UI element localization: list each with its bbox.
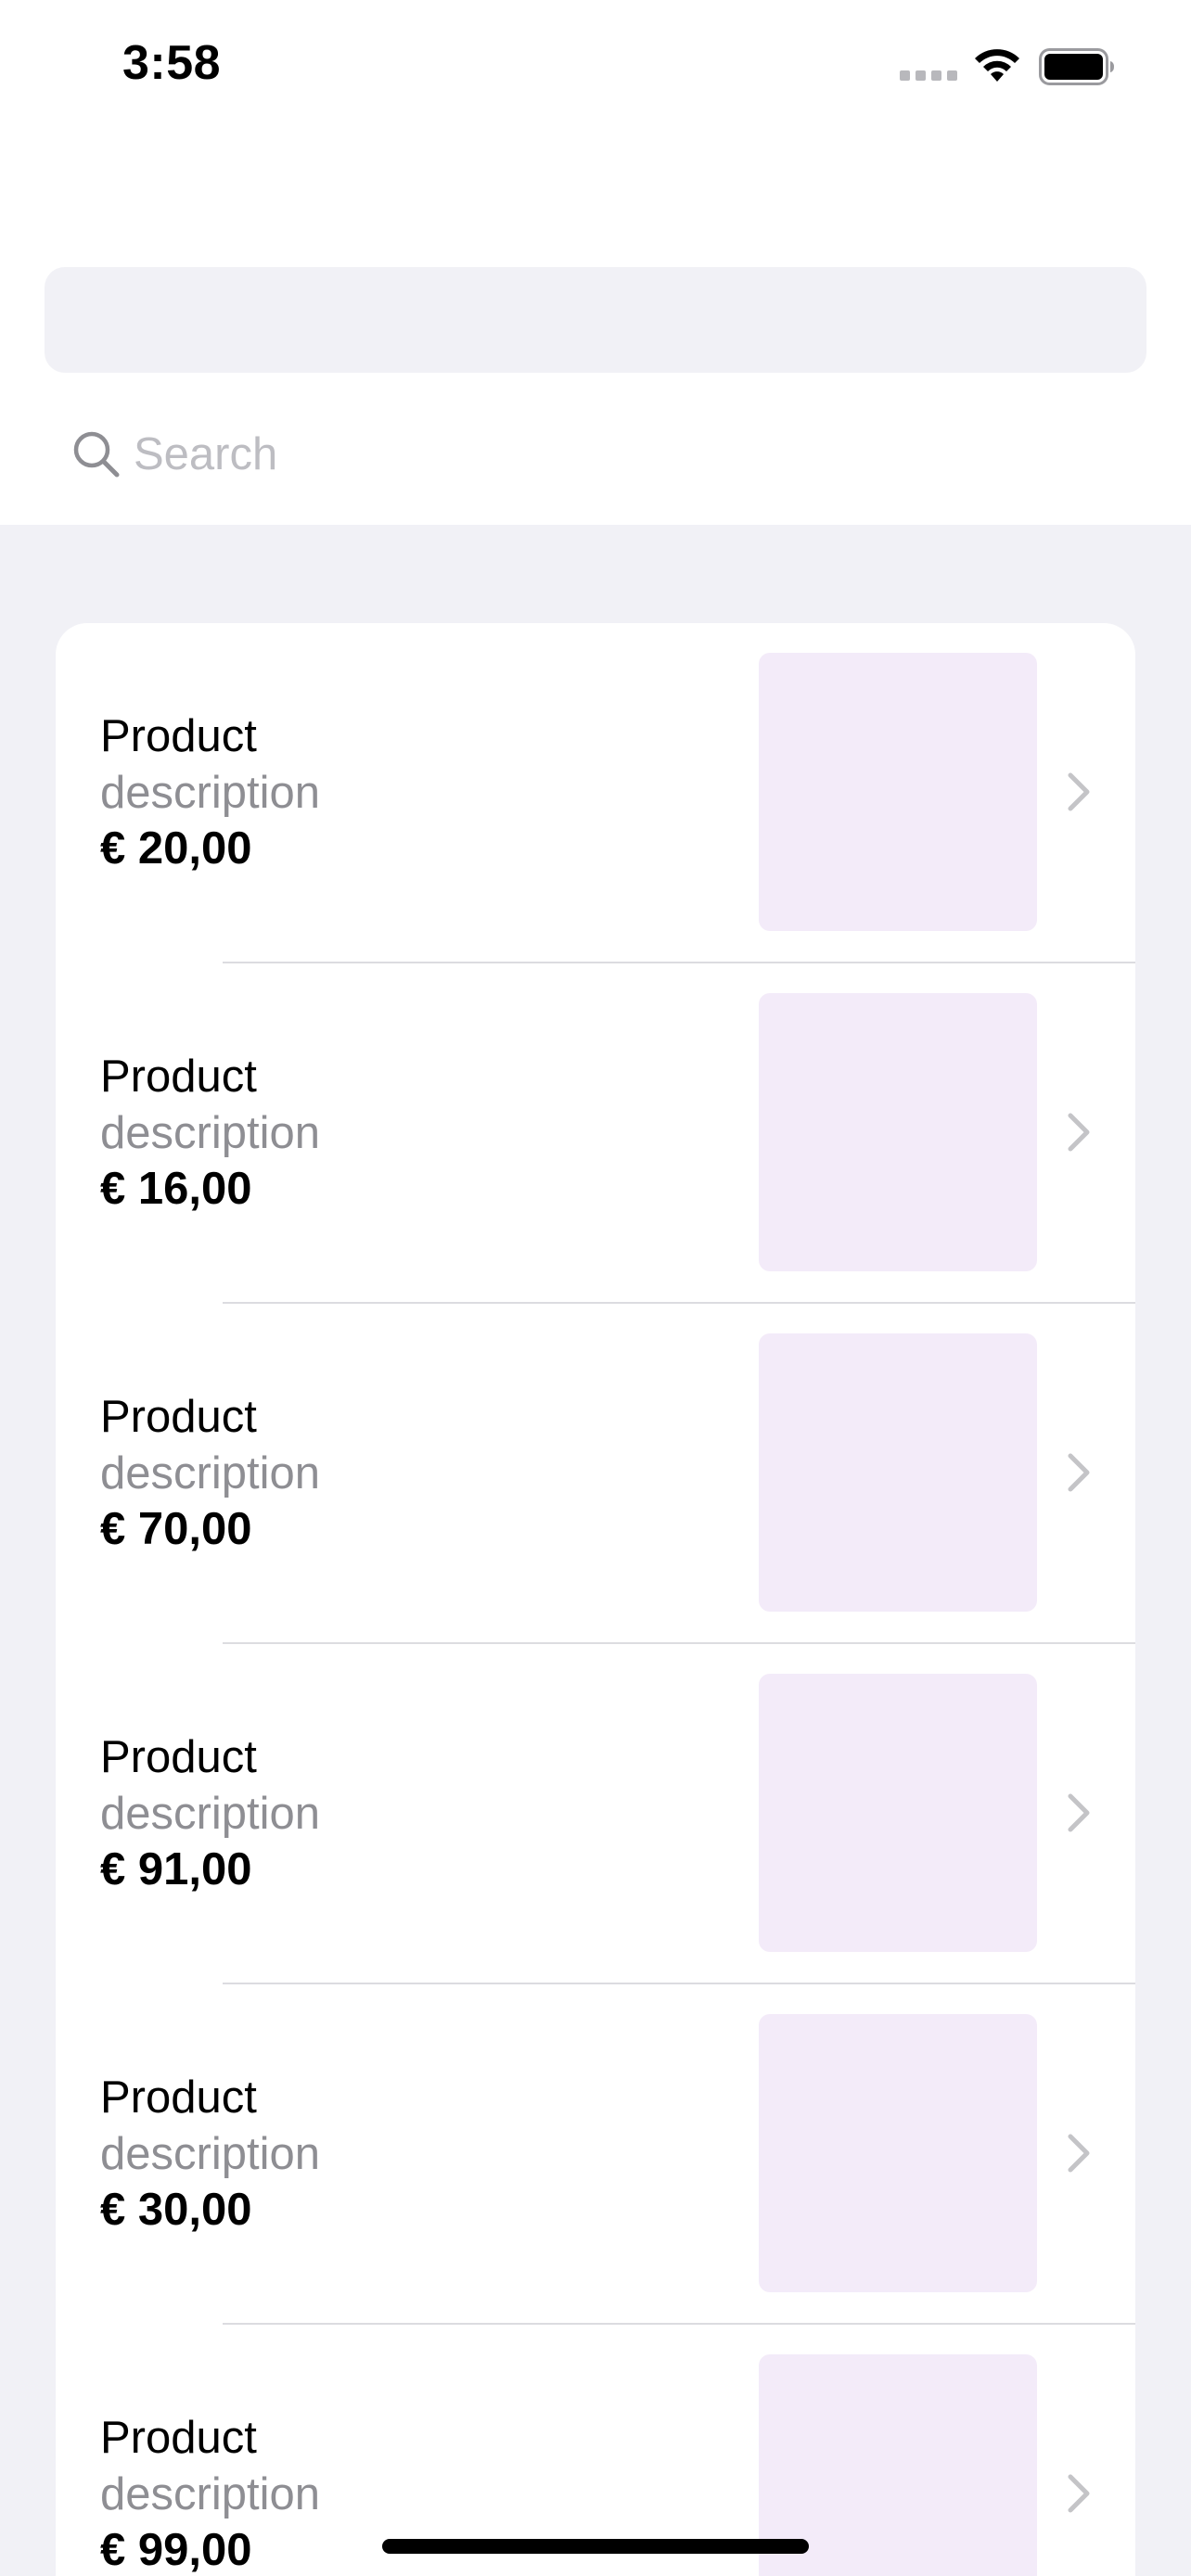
battery-icon — [1039, 48, 1114, 85]
product-description: description — [100, 1448, 320, 1498]
search-bar[interactable] — [45, 267, 1146, 373]
product-price: € 16,00 — [100, 1164, 252, 1214]
product-description: description — [100, 1108, 320, 1158]
product-title: Product — [100, 1392, 257, 1442]
product-image — [759, 653, 1037, 931]
product-price: € 30,00 — [100, 2185, 252, 2235]
product-price: € 91,00 — [100, 1844, 252, 1894]
status-bar: 3:58 — [0, 0, 1191, 130]
product-list: Product description € 20,00 Product desc… — [56, 623, 1135, 2576]
product-title: Product — [100, 2413, 257, 2463]
product-image — [759, 1333, 1037, 1612]
product-price: € 70,00 — [100, 1504, 252, 1554]
product-description: description — [100, 1789, 320, 1839]
product-row[interactable]: Product description € 70,00 — [56, 1304, 1135, 1644]
product-price: € 99,00 — [100, 2525, 252, 2575]
home-indicator[interactable] — [382, 2539, 809, 2554]
status-time: 3:58 — [122, 36, 222, 90]
product-row[interactable]: Product description € 16,00 — [56, 963, 1135, 1304]
product-title: Product — [100, 1732, 257, 1782]
chevron-right-icon — [1068, 2134, 1090, 2173]
product-description: description — [100, 2469, 320, 2519]
search-input[interactable] — [134, 417, 1126, 491]
product-title: Product — [100, 2072, 257, 2123]
wifi-icon — [975, 49, 1019, 82]
product-description: description — [100, 2129, 320, 2179]
product-row[interactable]: Product description € 20,00 — [56, 623, 1135, 963]
product-title: Product — [100, 1052, 257, 1102]
product-row[interactable]: Product description € 30,00 — [56, 1984, 1135, 2325]
chevron-right-icon — [1068, 772, 1090, 811]
chevron-right-icon — [1068, 1113, 1090, 1152]
product-image — [759, 993, 1037, 1271]
product-image — [759, 1674, 1037, 1952]
chevron-right-icon — [1068, 1453, 1090, 1492]
chevron-right-icon — [1068, 2474, 1090, 2513]
search-icon — [73, 431, 120, 478]
product-price: € 20,00 — [100, 823, 252, 874]
product-image — [759, 2014, 1037, 2292]
chevron-right-icon — [1068, 1793, 1090, 1832]
product-description: description — [100, 768, 320, 818]
product-title: Product — [100, 711, 257, 761]
product-row[interactable]: Product description € 91,00 — [56, 1644, 1135, 1984]
screen: 3:58 Product description € 20,00 — [0, 0, 1191, 2576]
signal-icon — [900, 70, 957, 81]
